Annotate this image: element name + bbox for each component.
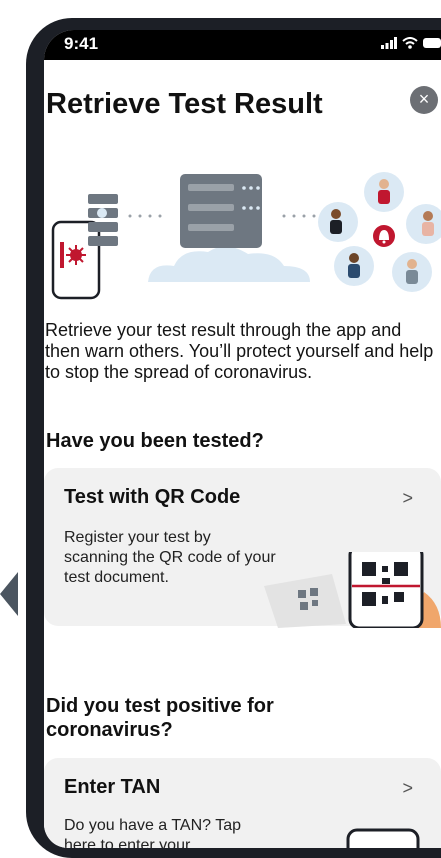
hero-illustration [51,172,441,300]
status-time: 9:41 [64,34,99,53]
qr-scan-illustration [264,552,441,628]
section-heading-positive: Did you test positive for coronavirus? [46,695,274,741]
status-bar: 9:41 [44,30,441,60]
section-heading-tested: Have you been tested? [46,430,264,452]
app-screen: 9:41 Retrieve Test Result × Retrieve you… [44,30,441,848]
chevron-right-icon: > [402,778,413,798]
close-icon: × [418,89,430,109]
tan-phone-illustration [346,828,420,848]
chevron-right-icon: > [402,488,413,508]
page-title: Retrieve Test Result [46,88,323,120]
wifi-icon [402,37,418,49]
intro-text: Retrieve your test result through the ap… [45,320,434,382]
tan-card[interactable]: Enter TAN > Do you have a TAN? Tap here … [44,758,441,848]
cloud-server-illustration [148,174,310,282]
qr-code-card[interactable]: Test with QR Code > Register your test b… [44,468,441,628]
people-illustration [318,172,441,292]
tan-card-title: Enter TAN [64,776,161,798]
phone-illustration [51,220,101,300]
document-cards [88,194,118,246]
close-button[interactable]: × [410,86,438,114]
side-nav-arrow[interactable] [0,572,18,616]
signal-icon [381,37,397,49]
qr-card-description: Register your test by scanning the QR co… [64,529,276,586]
battery-icon [423,38,441,48]
qr-card-title: Test with QR Code [64,486,241,508]
tan-card-description: Do you have a TAN? Tap here to enter you… [64,817,241,848]
